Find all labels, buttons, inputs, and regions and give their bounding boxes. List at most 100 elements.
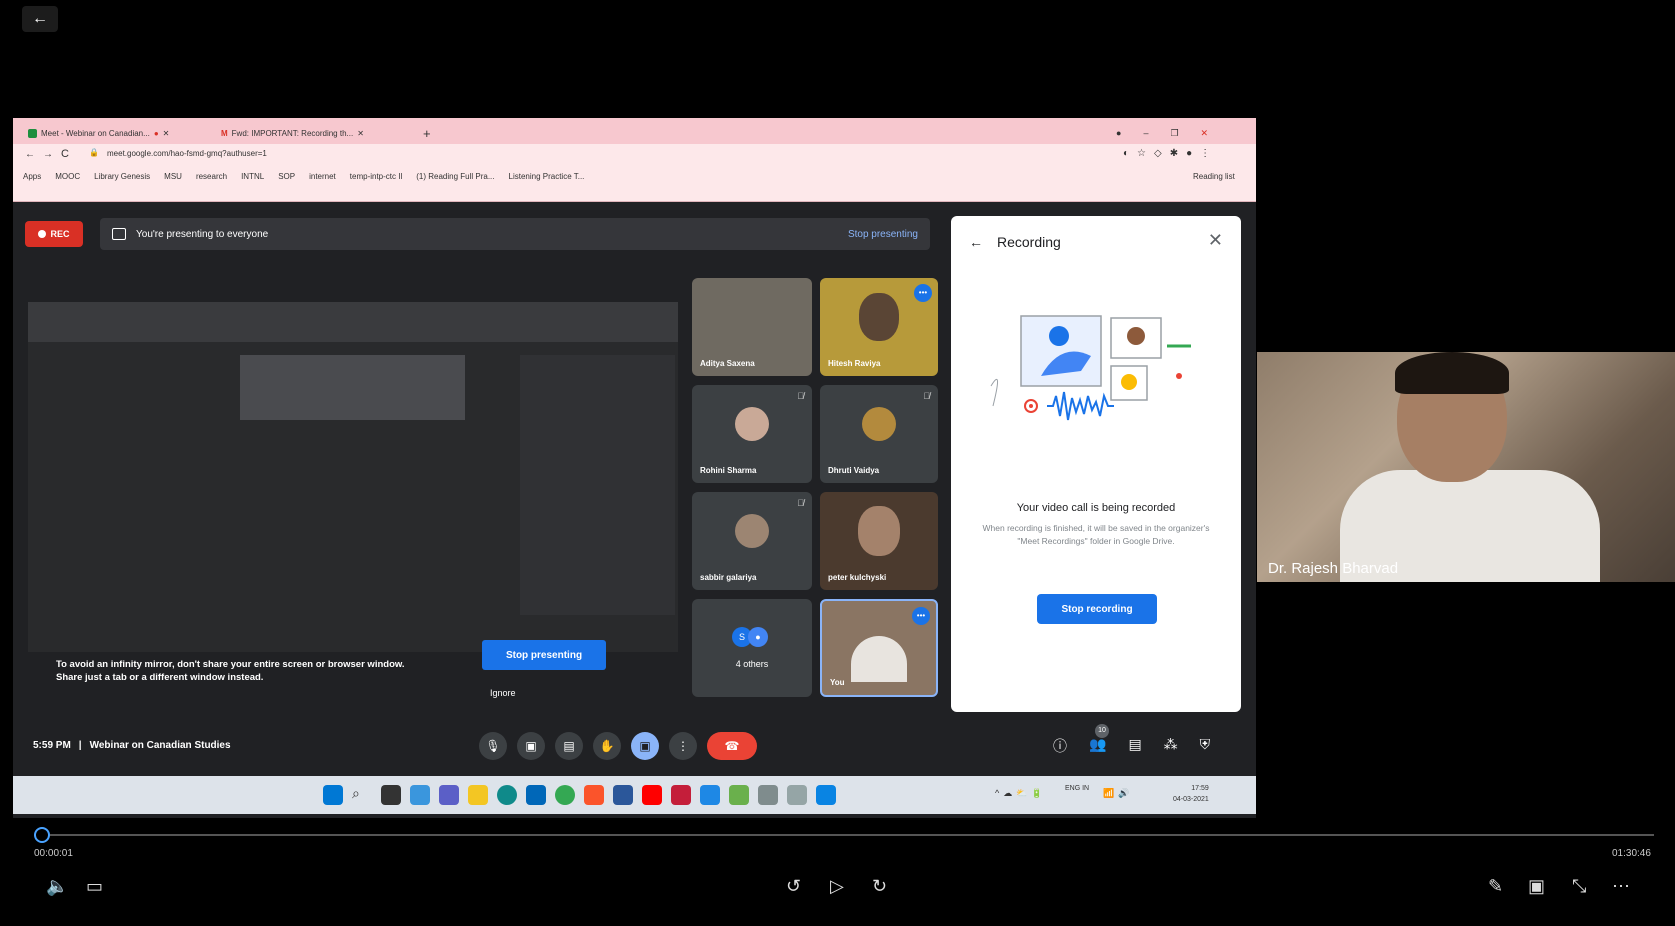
bookmark-item[interactable]: MSU — [164, 172, 182, 181]
camera-icon[interactable]: ▣ — [517, 732, 545, 760]
clock-time: 17:59 — [1191, 785, 1209, 792]
participant-name: sabbir galariya — [700, 573, 757, 582]
close-window-icon[interactable]: ✕ — [1201, 128, 1209, 139]
start-icon[interactable] — [323, 785, 343, 805]
reading-list-button[interactable]: Reading list — [1193, 172, 1235, 181]
people-icon[interactable]: 👥 10 — [1089, 724, 1109, 756]
taskbar-clock[interactable]: 17:59 04-03-2021 — [1173, 783, 1209, 805]
present-now-icon[interactable]: ▣ — [631, 732, 659, 760]
search-icon[interactable]: ⌕ — [352, 785, 372, 805]
participant-tile[interactable]: 🎙̸ Rohini Sharma — [692, 385, 812, 483]
more-options-icon[interactable]: ⋮ — [669, 732, 697, 760]
bookmark-item[interactable]: MOOC — [55, 172, 80, 181]
todo-icon[interactable] — [787, 785, 807, 805]
stop-presenting-link[interactable]: Stop presenting — [848, 229, 918, 240]
participant-name: Rohini Sharma — [700, 466, 757, 475]
edit-icon[interactable]: ✎ — [1488, 876, 1503, 897]
participant-tile[interactable]: 🎙̸ Dhruti Vaidya — [820, 385, 938, 483]
participant-tile[interactable]: Aditya Saxena — [692, 278, 812, 376]
participant-tile[interactable]: S ● 4 others — [692, 599, 812, 697]
chat-app-icon[interactable] — [439, 785, 459, 805]
bookmark-item[interactable]: Library Genesis — [94, 172, 150, 181]
mini-view-icon[interactable]: ▣ — [1528, 876, 1545, 897]
rewind-10-icon[interactable]: ↺ — [786, 876, 801, 897]
bookmark-item[interactable]: internet — [309, 172, 336, 181]
close-icon[interactable]: ✕ — [1208, 230, 1223, 251]
separator: | — [78, 740, 82, 751]
minimize-icon[interactable]: – — [1143, 128, 1148, 138]
language-indicator[interactable]: ENG IN — [1065, 784, 1091, 794]
restore-icon[interactable]: ❐ — [1170, 128, 1178, 139]
browser-tab-meet[interactable]: Meet - Webinar on Canadian... ● ✕ — [22, 123, 175, 143]
back-arrow-icon[interactable]: ← — [22, 6, 58, 32]
others-label: 4 others — [735, 659, 769, 669]
bookmark-item[interactable]: Listening Practice T... — [509, 172, 585, 181]
forward-30-icon[interactable]: ↻ — [872, 876, 887, 897]
task-view-icon[interactable] — [381, 785, 401, 805]
more-options-icon[interactable]: ••• — [912, 607, 930, 625]
bookmark-item[interactable]: (1) Reading Full Pra... — [416, 172, 494, 181]
play-icon[interactable]: ▷ — [830, 876, 844, 897]
bookmark-item[interactable]: SOP — [278, 172, 295, 181]
reload-icon[interactable]: C — [61, 148, 69, 160]
stop-recording-button[interactable]: Stop recording — [1037, 594, 1157, 624]
word-icon[interactable] — [613, 785, 633, 805]
browser-tab-gmail[interactable]: M Fwd: IMPORTANT: Recording th... ✕ — [215, 123, 370, 143]
settings-icon[interactable] — [758, 785, 778, 805]
youtube-icon[interactable] — [642, 785, 662, 805]
close-tab-icon[interactable]: ✕ — [163, 129, 170, 138]
participant-name: Hitesh Raviya — [828, 359, 881, 368]
participant-tile[interactable]: ••• Hitesh Raviya — [820, 278, 938, 376]
progress-track[interactable] — [34, 834, 1654, 836]
brave-icon[interactable] — [584, 785, 604, 805]
participant-tile[interactable]: 🎙̸ sabbir galariya — [692, 492, 812, 590]
participant-video — [858, 506, 900, 557]
extension-icons[interactable]: ◐☆◇✱●⋮ — [1123, 148, 1218, 159]
info-icon[interactable]: ⓘ — [1053, 736, 1067, 756]
raise-hand-icon[interactable]: ✋ — [593, 732, 621, 760]
app-icon[interactable] — [729, 785, 749, 805]
progress-knob[interactable] — [34, 827, 50, 843]
rec-label: REC — [50, 229, 70, 239]
new-tab-icon[interactable]: + — [417, 123, 437, 143]
activities-icon[interactable]: ⁂ — [1164, 736, 1178, 756]
back-icon[interactable]: ← — [969, 234, 983, 250]
rec-badge: REC — [25, 221, 83, 247]
bookmark-item[interactable]: INTNL — [241, 172, 264, 181]
file-explorer-icon[interactable] — [468, 785, 488, 805]
close-tab-icon[interactable]: ✕ — [357, 129, 364, 138]
acrobat-icon[interactable] — [671, 785, 691, 805]
mic-icon[interactable]: 🎙 — [479, 732, 507, 760]
widgets-icon[interactable] — [410, 785, 430, 805]
avatar: ● — [748, 627, 768, 647]
self-tile[interactable]: ••• You — [820, 599, 938, 697]
hang-up-icon[interactable]: ☎ — [707, 732, 757, 760]
bookmark-item[interactable]: research — [196, 172, 227, 181]
captions-icon[interactable]: ▤ — [555, 732, 583, 760]
stop-presenting-button[interactable]: Stop presenting — [482, 640, 606, 670]
nav-back-icon[interactable]: ← — [25, 149, 35, 160]
call-controls: 🎙 ▣ ▤ ✋ ▣ ⋮ ☎ — [479, 732, 757, 760]
url-input[interactable]: meet.google.com/hao-fsmd-gmq?authuser=1 — [107, 149, 267, 158]
host-controls-icon[interactable]: ⛨ — [1200, 736, 1211, 756]
more-icon[interactable]: ⋯ — [1612, 876, 1630, 897]
bookmark-item[interactable]: Apps — [23, 172, 41, 181]
notes-icon[interactable] — [700, 785, 720, 805]
nav-forward-icon[interactable]: → — [43, 149, 53, 160]
store-icon[interactable] — [526, 785, 546, 805]
chrome-icon[interactable] — [555, 785, 575, 805]
chat-icon[interactable]: ▤ — [1128, 736, 1141, 756]
volume-icon[interactable]: 🔈 — [46, 876, 68, 897]
profile-icon[interactable]: ● — [1116, 128, 1121, 138]
subtitles-icon[interactable]: ▭ — [86, 876, 103, 897]
ignore-button[interactable]: Ignore — [490, 688, 516, 698]
panel-title: Recording — [997, 234, 1061, 250]
system-tray-icons[interactable]: ^☁⛅🔋 — [995, 788, 1047, 799]
network-volume-icons[interactable]: 📶🔊 — [1103, 788, 1133, 799]
bookmarks-bar: Apps MOOC Library Genesis MSU research I… — [13, 166, 1256, 202]
meet-app-icon[interactable] — [816, 785, 836, 805]
exit-fullscreen-icon[interactable]: ⤡ — [1572, 876, 1586, 897]
participant-tile[interactable]: peter kulchyski — [820, 492, 938, 590]
edge-icon[interactable] — [497, 785, 517, 805]
bookmark-item[interactable]: temp-intp-ctc Il — [350, 172, 402, 181]
